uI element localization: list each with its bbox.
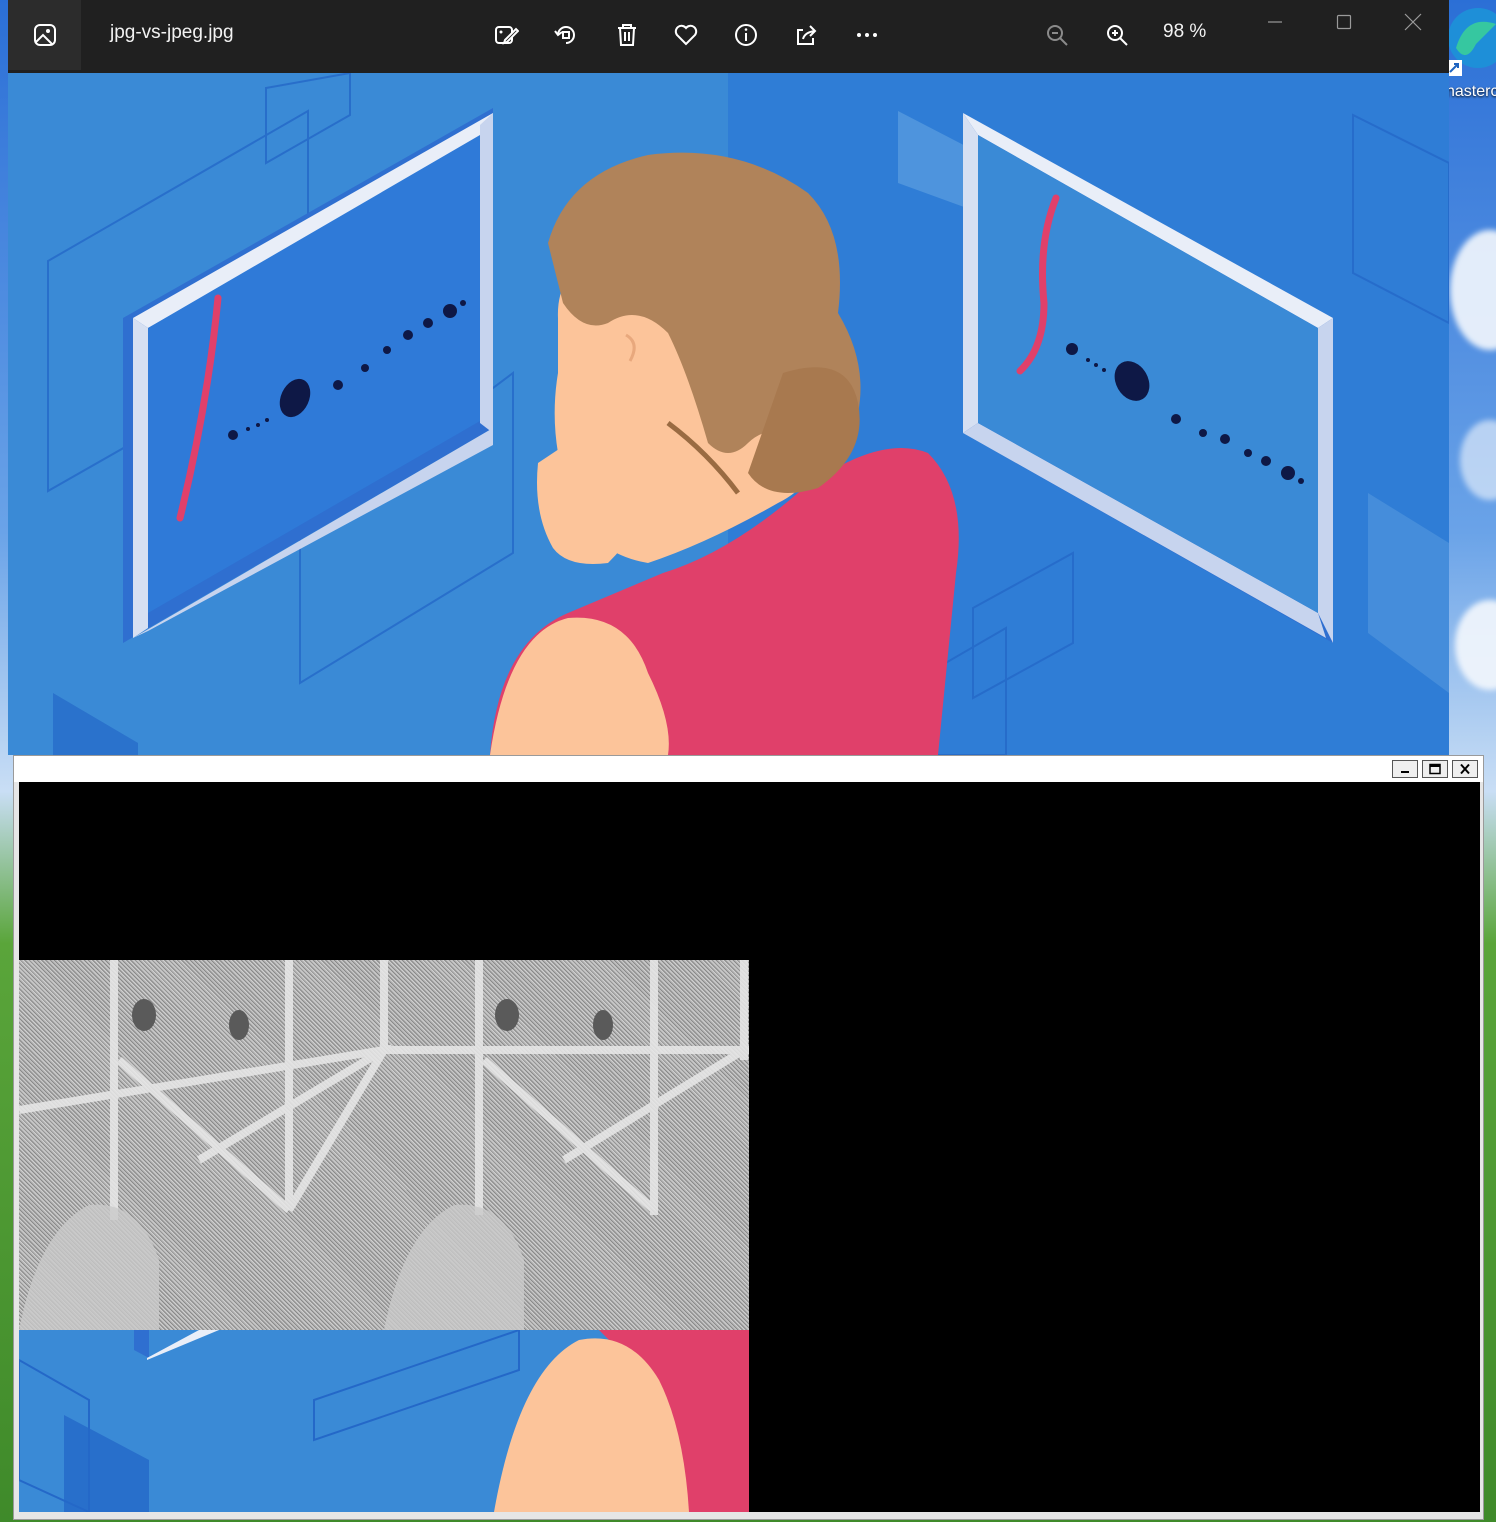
garbled-pattern	[19, 960, 749, 1330]
heart-icon	[674, 24, 698, 46]
photos-titlebar: jpg-vs-jpeg.jpg 98 %	[8, 0, 1449, 73]
share-button[interactable]	[788, 17, 824, 53]
delete-icon	[618, 24, 636, 46]
classic-close-button[interactable]	[1452, 760, 1478, 778]
zoom-out-button[interactable]	[1039, 17, 1075, 53]
close-icon	[1404, 13, 1422, 31]
photos-window: jpg-vs-jpeg.jpg 98 %	[8, 0, 1449, 755]
edge-desktop-icon[interactable]	[1446, 4, 1496, 76]
partial-image	[19, 1330, 749, 1512]
info-icon	[735, 24, 757, 46]
close-button[interactable]	[1393, 8, 1433, 36]
render-canvas	[19, 782, 1480, 1512]
maximize-icon	[1429, 763, 1441, 775]
more-icon	[857, 33, 877, 37]
graphics-window	[13, 755, 1484, 1520]
partial-image-strip	[19, 1330, 749, 1512]
info-button[interactable]	[728, 17, 764, 53]
close-icon	[1460, 763, 1470, 775]
edit-image-icon	[495, 26, 519, 45]
minimize-button[interactable]	[1255, 8, 1295, 36]
desktop-icon-label: nasterc	[1446, 83, 1496, 100]
delete-button[interactable]	[609, 17, 645, 53]
zoom-in-button[interactable]	[1099, 17, 1135, 53]
edit-image-button[interactable]	[488, 17, 524, 53]
zoom-in-icon	[1107, 25, 1128, 46]
corrupted-image-region	[19, 960, 749, 1330]
image-viewer	[8, 73, 1449, 755]
classic-minimize-button[interactable]	[1392, 760, 1418, 778]
rotate-icon	[554, 26, 575, 44]
zoom-level[interactable]: 98 %	[1163, 21, 1206, 43]
maximize-icon	[1336, 14, 1352, 30]
minimize-icon	[1401, 771, 1409, 773]
graphics-window-titlebar[interactable]	[14, 756, 1483, 782]
minimize-icon	[1268, 21, 1282, 23]
photos-app-icon[interactable]	[8, 0, 81, 70]
rotate-button[interactable]	[548, 17, 584, 53]
more-button[interactable]	[849, 17, 885, 53]
image-icon	[33, 24, 56, 46]
maximize-button[interactable]	[1324, 8, 1364, 36]
share-icon	[797, 25, 817, 45]
file-name: jpg-vs-jpeg.jpg	[110, 22, 234, 43]
zoom-out-icon	[1047, 25, 1068, 46]
displayed-image	[8, 73, 1449, 755]
favorite-button[interactable]	[668, 17, 704, 53]
classic-maximize-button[interactable]	[1422, 760, 1448, 778]
